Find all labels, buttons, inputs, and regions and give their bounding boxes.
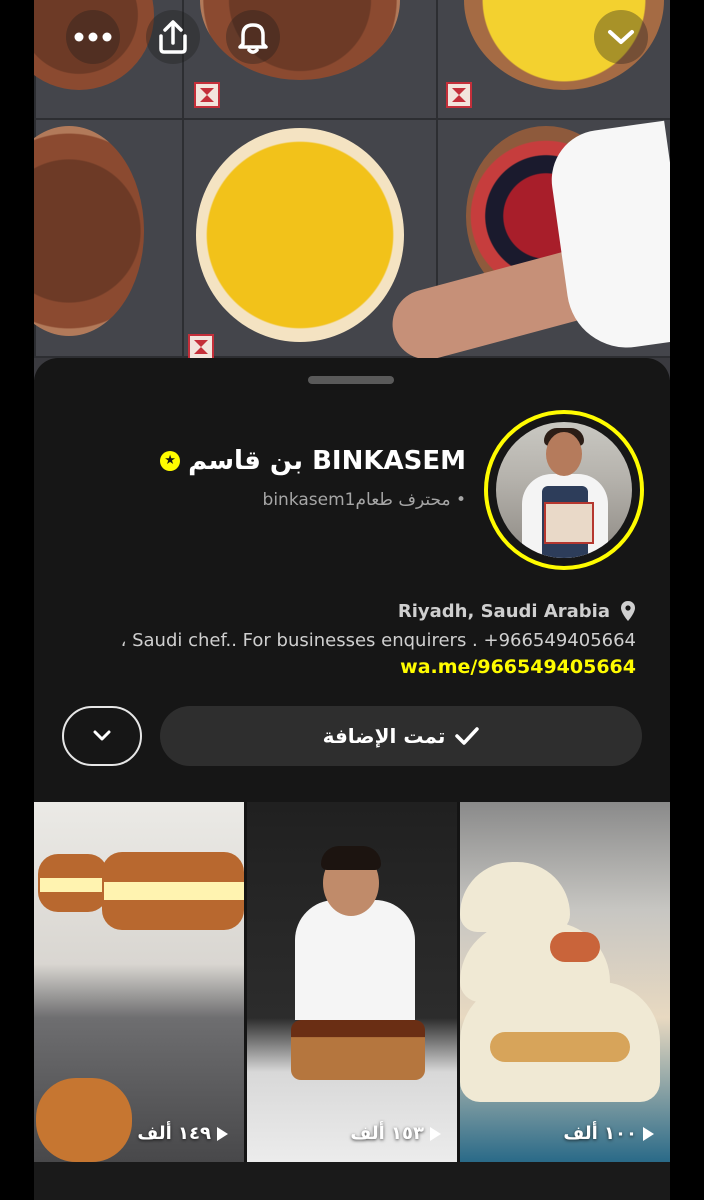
view-count-text: ١٥٣ ألف xyxy=(350,1123,424,1144)
spotlight-grid: ١٤٩ ألف ١٥٣ ألف ١٠٠ ألف xyxy=(34,802,670,1162)
avatar[interactable] xyxy=(484,410,644,570)
location-text: Riyadh, Saudi Arabia xyxy=(397,600,610,622)
story-tile[interactable]: ١٤٩ ألف xyxy=(34,802,244,1162)
notifications-button[interactable] xyxy=(226,10,280,64)
play-icon xyxy=(430,1126,441,1141)
sheet-grabber[interactable] xyxy=(308,376,394,384)
share-upload-icon xyxy=(159,20,187,54)
location[interactable]: Riyadh, Saudi Arabia xyxy=(398,600,636,622)
avatar-photo xyxy=(496,422,632,558)
view-count: ١٥٣ ألف xyxy=(247,1123,457,1144)
story-tile[interactable]: ١٠٠ ألف xyxy=(460,802,670,1162)
location-pin-icon xyxy=(621,601,635,621)
display-name: بن قاسم BINKASEM xyxy=(188,446,466,476)
chevron-down-icon xyxy=(93,730,111,741)
share-button[interactable] xyxy=(146,10,200,64)
expand-actions-button[interactable] xyxy=(62,706,142,766)
more-options-button[interactable] xyxy=(66,10,120,64)
bio-text: ، Saudi chef.. For businesses enquirers … xyxy=(120,630,636,651)
view-count-text: ١٠٠ ألف xyxy=(563,1123,637,1144)
star-icon: ★ xyxy=(160,451,181,471)
bottom-bar xyxy=(34,1162,670,1200)
view-count-text: ١٤٩ ألف xyxy=(137,1123,211,1144)
story-tile[interactable]: ١٥٣ ألف xyxy=(247,802,457,1162)
profile-name-row: ★ بن قاسم BINKASEM xyxy=(160,446,466,476)
bio-link[interactable]: wa.me/966549405664 xyxy=(400,656,636,678)
profile-screen: ★ بن قاسم BINKASEM binkasem1محترف طعام •… xyxy=(34,0,670,1200)
play-icon xyxy=(217,1126,228,1141)
view-count: ١٤٩ ألف xyxy=(34,1123,244,1144)
bell-icon xyxy=(238,23,268,54)
checkmark-icon xyxy=(455,727,480,745)
hero-image xyxy=(34,0,670,380)
more-horizontal-icon xyxy=(74,32,112,42)
profile-sheet: ★ بن قاسم BINKASEM binkasem1محترف طعام •… xyxy=(34,358,670,802)
view-count: ١٠٠ ألف xyxy=(460,1123,670,1144)
collapse-button[interactable] xyxy=(594,10,648,64)
added-label: تمت الإضافة xyxy=(322,724,446,748)
added-friend-button[interactable]: تمت الإضافة xyxy=(160,706,642,766)
username-category[interactable]: binkasem1محترف طعام • xyxy=(263,490,466,510)
chevron-down-icon xyxy=(608,30,634,44)
play-icon xyxy=(643,1126,654,1141)
